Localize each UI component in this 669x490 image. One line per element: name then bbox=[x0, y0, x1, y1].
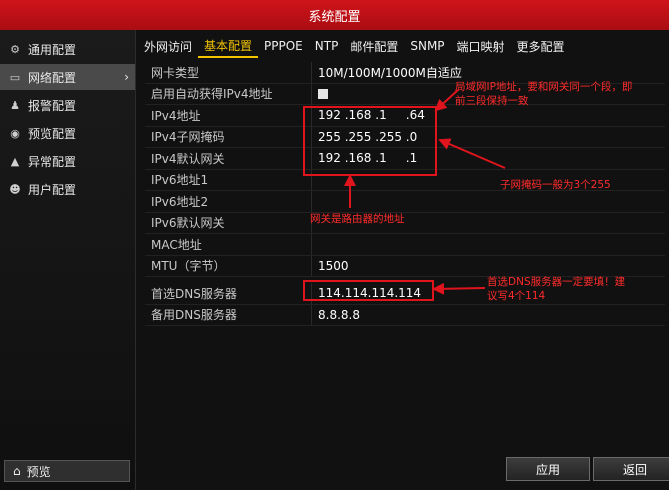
apply-button[interactable]: 应用 bbox=[506, 457, 590, 481]
ip-arrow bbox=[434, 89, 459, 112]
annotation-arrows bbox=[344, 89, 506, 295]
dns-arrow bbox=[432, 282, 486, 295]
back-button[interactable]: 返回 bbox=[593, 457, 669, 481]
mask-arrow bbox=[438, 138, 506, 169]
